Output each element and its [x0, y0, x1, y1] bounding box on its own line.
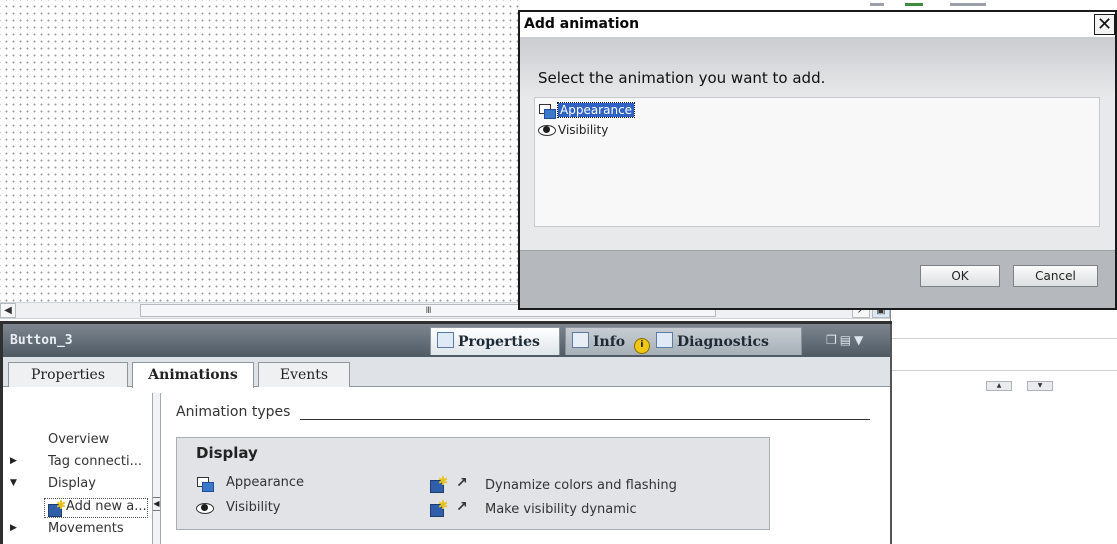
action-dynamize-colors[interactable]: Dynamize colors and flashing	[485, 478, 677, 493]
close-icon[interactable]: ✕	[1094, 14, 1115, 35]
arrow-icon[interactable]: ↗	[456, 499, 468, 515]
restore-icon[interactable]: ❐	[826, 333, 840, 347]
toolbar-mark	[905, 3, 923, 6]
option-visibility[interactable]: Visibility	[558, 123, 608, 137]
ok-button[interactable]: OK	[920, 265, 1000, 287]
toolbar-remnant	[860, 0, 1117, 8]
collapse-arrow-icon[interactable]: ◀	[153, 497, 160, 511]
subtab-properties[interactable]: Properties	[8, 362, 128, 387]
display-group-title: Display	[196, 444, 258, 462]
screen-canvas-grid[interactable]	[0, 0, 520, 302]
visibility-eye-icon	[538, 124, 556, 136]
pane-down-button[interactable]: ▼	[1027, 381, 1053, 391]
toolbar-mark	[870, 3, 884, 6]
arrow-icon[interactable]: ↗	[456, 475, 468, 491]
nav-item-overview[interactable]: Overview	[48, 432, 109, 447]
pane-up-button[interactable]: ▲	[986, 381, 1012, 391]
dialog-body-gradient	[520, 37, 1115, 97]
nav-splitter[interactable]: ◀	[152, 393, 161, 544]
diagnostics-icon	[655, 332, 673, 348]
subtab-animations[interactable]: Animations	[132, 362, 254, 388]
tab-label: Properties	[458, 334, 540, 350]
nav-item-add-new-animation[interactable]: Add new a...	[66, 499, 147, 514]
option-visibility-label: Visibility	[558, 123, 609, 137]
add-animation-icon[interactable]: ✱	[430, 498, 448, 517]
minimize-icon[interactable]: ▤	[840, 333, 854, 347]
info-badge-icon: i	[633, 338, 650, 354]
type-appearance-label: Appearance	[226, 475, 305, 490]
subtab-properties-label: Properties	[30, 367, 106, 383]
scroll-thumb-grip: III	[425, 306, 432, 316]
inspector-object-name: Button_3	[10, 333, 73, 348]
toolbar-mark	[950, 3, 986, 6]
collapse-arrow-icon[interactable]: ▼	[10, 478, 17, 488]
section-rule	[300, 419, 870, 420]
tab-info-label: Info	[593, 334, 626, 350]
appearance-icon	[539, 104, 556, 119]
window-controls[interactable]: ❐▤▼	[826, 333, 866, 347]
nav-item-movements[interactable]: Movements	[48, 521, 124, 536]
visibility-eye-icon	[196, 502, 214, 514]
divider	[890, 338, 1117, 339]
expand-arrow-icon[interactable]: ▶	[10, 456, 17, 466]
tab-diagnostics-label: Diagnostics	[676, 334, 769, 350]
scroll-left-button[interactable]: ◀	[0, 303, 16, 318]
dialog-prompt: Select the animation you want to add.	[538, 69, 826, 87]
add-animation-icon: ✱	[48, 498, 66, 517]
appearance-icon	[197, 477, 214, 492]
nav-item-display[interactable]: Display	[48, 476, 96, 491]
subtab-animations-label: Animations	[148, 367, 238, 383]
subtab-events-label: Events	[279, 367, 329, 383]
chevron-down-icon[interactable]: ▼	[854, 333, 866, 347]
expand-arrow-icon[interactable]: ▶	[10, 523, 17, 533]
type-visibility-label: Visibility	[226, 500, 281, 515]
add-animation-icon[interactable]: ✱	[430, 474, 448, 493]
dialog-title: Add animation	[524, 16, 640, 32]
nav-item-tag-connections[interactable]: Tag connecti...	[48, 454, 142, 469]
tab-info-diagnostics[interactable]: Info i Diagnostics	[565, 327, 802, 355]
magnifier-icon	[437, 332, 454, 348]
subtab-events[interactable]: Events	[258, 362, 350, 387]
info-icon	[572, 332, 589, 348]
animation-types-heading: Animation types	[176, 404, 291, 420]
action-make-visibility-dynamic[interactable]: Make visibility dynamic	[485, 502, 637, 517]
cancel-button[interactable]: Cancel	[1013, 265, 1098, 287]
option-appearance-label: Appearance	[556, 102, 636, 118]
tab-properties-panel[interactable]: Properties	[430, 327, 560, 355]
option-appearance[interactable]: Appearance	[556, 102, 636, 118]
divider	[890, 370, 1117, 371]
